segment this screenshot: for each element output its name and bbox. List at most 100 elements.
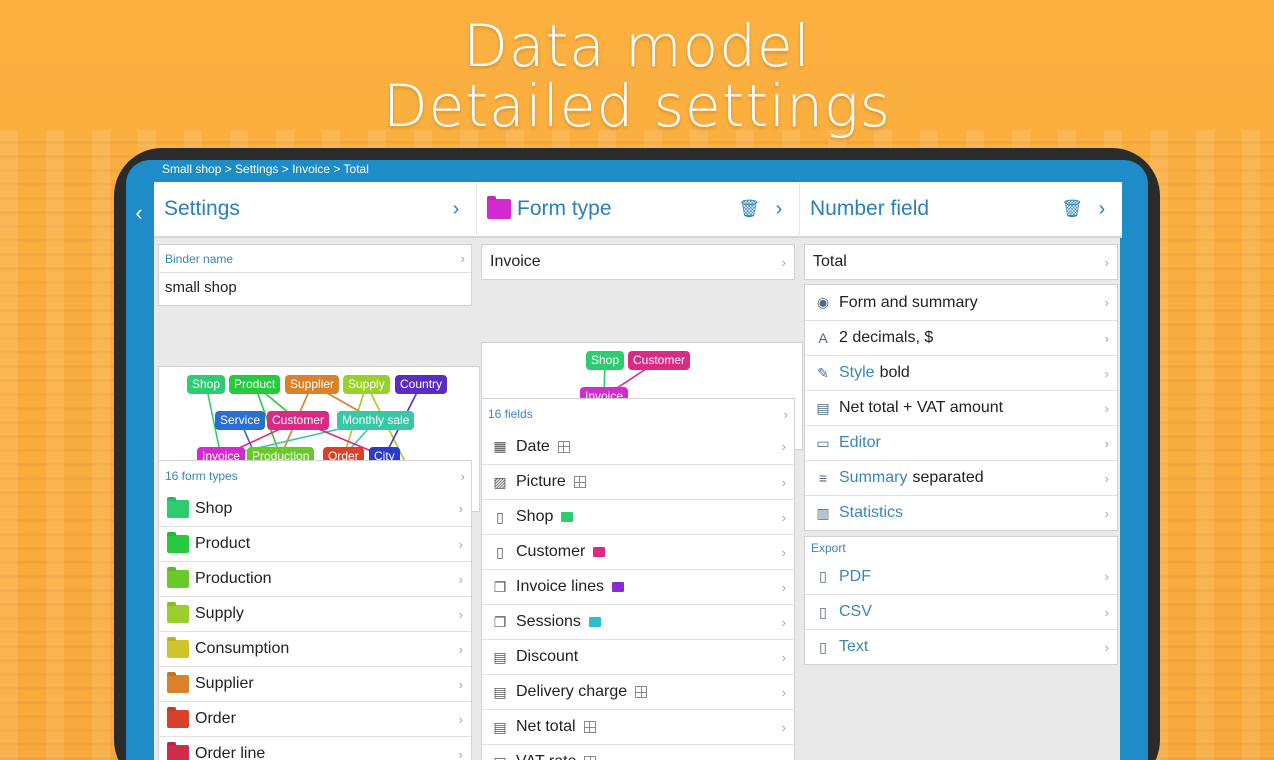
graph-node-customer[interactable]: Customer: [628, 351, 691, 370]
field-row-customer[interactable]: ▯ Customer ›: [482, 534, 794, 569]
chevron-right-icon[interactable]: ›: [1092, 198, 1112, 221]
chevron-right-icon: ›: [781, 719, 786, 735]
form-type-name: Order line: [195, 745, 266, 760]
field-row-discount[interactable]: ▤ Discount ›: [482, 639, 794, 674]
option-row-style[interactable]: ✎ Style bold ›: [805, 355, 1117, 390]
chevron-right-icon: ›: [781, 649, 786, 665]
option-row-statistics[interactable]: ▥ Statistics ›: [805, 495, 1117, 530]
field-label: ❐ Sessions: [490, 613, 782, 631]
field-row-date[interactable]: ▦ Date ›: [482, 429, 794, 464]
form-type-row-order-line[interactable]: Order line ›: [159, 736, 471, 760]
folder-icon: [588, 617, 601, 627]
graph-node-supply[interactable]: Supply: [343, 375, 390, 394]
back-chevron-icon[interactable]: ‹: [130, 200, 148, 226]
document-icon: ▯: [496, 508, 504, 525]
field-row-net-total[interactable]: ▤ Net total ›: [482, 709, 794, 744]
graph-node-shop[interactable]: Shop: [586, 351, 625, 370]
field-row-picture[interactable]: ▨ Picture ›: [482, 464, 794, 499]
export-label: ▯ Text: [813, 638, 1105, 656]
form-type-name: Supply: [195, 605, 244, 622]
field-name: Discount: [516, 648, 579, 665]
form-type-row-production[interactable]: Production ›: [159, 561, 471, 596]
export-csv[interactable]: ▯ CSV ›: [805, 594, 1117, 629]
chevron-right-icon: ›: [782, 755, 786, 760]
form-type-label: Production: [167, 570, 459, 588]
export-pdf[interactable]: ▯ PDF ›: [805, 559, 1117, 594]
calendar-icon: ▦: [493, 438, 507, 454]
form-types-count: 16 form types: [165, 469, 238, 483]
field-label: ▤ Discount: [490, 648, 782, 666]
graph-node-customer[interactable]: Customer: [267, 411, 330, 430]
chevron-right-icon: ›: [1104, 604, 1109, 620]
form-type-name: Supplier: [195, 675, 254, 692]
option-row-form-and-summary[interactable]: ◉ Form and summary ›: [805, 285, 1117, 320]
form-type-row-supplier[interactable]: Supplier ›: [159, 666, 471, 701]
export-name: CSV: [839, 603, 872, 620]
field-row-delivery-charge[interactable]: ▤ Delivery charge ›: [482, 674, 794, 709]
chevron-right-icon: ›: [1104, 470, 1109, 486]
graph-node-service[interactable]: Service: [215, 411, 266, 430]
chevron-right-icon[interactable]: ›: [769, 198, 789, 221]
form-type-name: Product: [195, 535, 251, 552]
form-type-name: Production: [195, 570, 272, 587]
form-type-row-order[interactable]: Order ›: [159, 701, 471, 736]
form-type-label: Product: [167, 535, 459, 553]
binder-name-card[interactable]: Binder name › small shop: [158, 244, 472, 306]
form-type-row-consumption[interactable]: Consumption ›: [159, 631, 471, 666]
form-type-row-product[interactable]: Product ›: [159, 526, 471, 561]
option-row-editor[interactable]: ▭ Editor ›: [805, 425, 1117, 460]
form-type-label: Order: [167, 710, 459, 728]
option-label: ▤ Net total + VAT amount: [813, 399, 1105, 417]
text-icon: ▯: [819, 638, 827, 655]
chevron-right-icon: ›: [458, 711, 463, 727]
form-type-row-supply[interactable]: Supply ›: [159, 596, 471, 631]
graph-node-supplier[interactable]: Supplier: [285, 375, 340, 394]
option-label: ▭ Editor: [813, 434, 1105, 452]
number-field-header: Number field 🗑 ›: [800, 182, 1122, 238]
option-row-2-decimals-[interactable]: A 2 decimals, $ ›: [805, 320, 1117, 355]
field-name: Date: [516, 437, 550, 455]
field-label: ▦ Date: [490, 438, 782, 456]
field-row-vat-rate[interactable]: ▤ VAT rate ›: [482, 744, 794, 760]
form-type-name: Consumption: [195, 640, 290, 657]
trash-icon[interactable]: 🗑: [1052, 199, 1092, 219]
chevron-right-icon: ›: [781, 684, 786, 700]
chevron-right-icon: ›: [781, 254, 786, 270]
trash-icon[interactable]: 🗑: [729, 199, 769, 219]
option-label: ✎ Style bold: [813, 364, 1105, 382]
option-row-summary[interactable]: ≡ Summary separated ›: [805, 460, 1117, 495]
field-name-card[interactable]: Total ›: [804, 244, 1118, 280]
graph-node-country[interactable]: Country: [395, 375, 448, 394]
field-name: Shop: [516, 508, 554, 525]
option-label: A 2 decimals, $: [813, 329, 1105, 347]
form-type-row-shop[interactable]: Shop ›: [159, 491, 471, 526]
graph-node-product[interactable]: Product: [229, 375, 281, 394]
chevron-right-icon: ›: [1104, 569, 1109, 584]
calculator-icon: ▤: [493, 718, 507, 735]
chevron-right-icon[interactable]: ›: [446, 198, 466, 221]
option-value: separated: [912, 469, 984, 486]
chevron-right-icon: ›: [460, 251, 465, 266]
field-row-sessions[interactable]: ❐ Sessions ›: [482, 604, 794, 639]
settings-column: Settings › Binder name › small shop Shop…: [154, 182, 480, 760]
field-row-shop[interactable]: ▯ Shop ›: [482, 499, 794, 534]
export-label: Export: [811, 541, 846, 555]
export-text[interactable]: ▯ Text ›: [805, 629, 1117, 664]
field-row-invoice-lines[interactable]: ❐ Invoice lines ›: [482, 569, 794, 604]
binder-name-value[interactable]: small shop: [159, 273, 471, 302]
chevron-right-icon: ›: [458, 746, 463, 760]
folder-icon: [167, 499, 189, 518]
option-value: 2 decimals, $: [839, 329, 934, 346]
form-name-card[interactable]: Invoice ›: [481, 244, 795, 280]
option-row-net-total-vat-amount[interactable]: ▤ Net total + VAT amount ›: [805, 390, 1117, 425]
chevron-right-icon: ›: [458, 571, 463, 587]
app-screen: Small shop > Settings > Invoice > Total …: [126, 160, 1148, 760]
form-types-list: 16 form types › Shop › Product › Production ›…: [158, 460, 472, 760]
csv-icon: ▯: [819, 603, 827, 620]
graph-node-monthly-sale[interactable]: Monthly sale: [337, 411, 415, 430]
chevron-right-icon: ›: [1104, 435, 1109, 451]
field-label: ▤ Net total: [490, 718, 782, 736]
chevron-right-icon: ›: [1104, 400, 1109, 416]
calculator-icon: ▤: [816, 399, 830, 416]
graph-node-shop[interactable]: Shop: [187, 375, 226, 394]
